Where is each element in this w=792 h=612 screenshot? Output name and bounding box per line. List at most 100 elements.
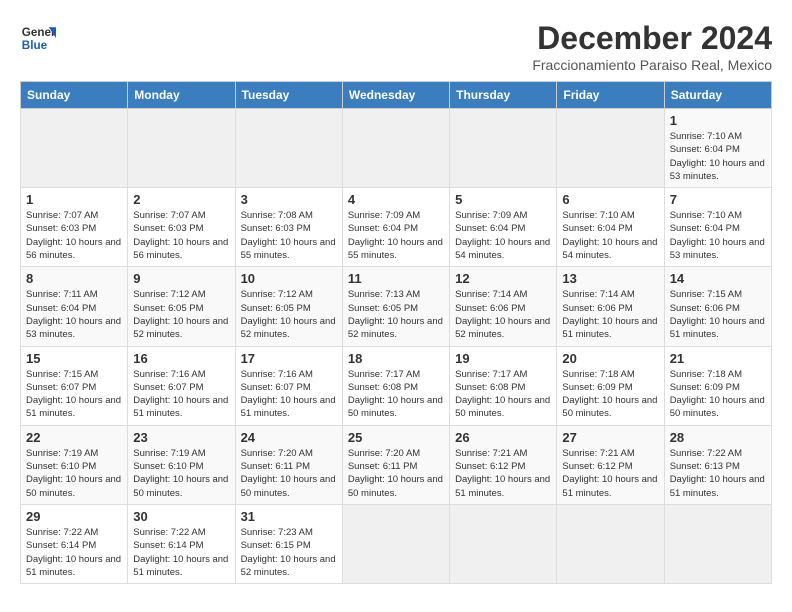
day-info: Sunrise: 7:20 AMSunset: 6:11 PMDaylight:… [241, 447, 337, 500]
calendar-cell: 30 Sunrise: 7:22 AMSunset: 6:14 PMDayligh… [128, 504, 235, 583]
day-info: Sunrise: 7:12 AMSunset: 6:05 PMDaylight:… [241, 288, 337, 341]
day-info: Sunrise: 7:07 AMSunset: 6:03 PMDaylight:… [26, 209, 122, 262]
svg-text:Blue: Blue [22, 39, 48, 52]
day-info: Sunrise: 7:12 AMSunset: 6:05 PMDaylight:… [133, 288, 229, 341]
day-number: 22 [26, 430, 122, 445]
day-info: Sunrise: 7:17 AMSunset: 6:08 PMDaylight:… [348, 368, 444, 421]
day-number: 21 [670, 351, 766, 366]
day-info: Sunrise: 7:14 AMSunset: 6:06 PMDaylight:… [455, 288, 551, 341]
day-info: Sunrise: 7:10 AMSunset: 6:04 PMDaylight:… [670, 130, 766, 183]
day-info: Sunrise: 7:16 AMSunset: 6:07 PMDaylight:… [133, 368, 229, 421]
weekday-header-row: SundayMondayTuesdayWednesdayThursdayFrid… [21, 82, 772, 109]
day-number: 30 [133, 509, 229, 524]
day-info: Sunrise: 7:20 AMSunset: 6:11 PMDaylight:… [348, 447, 444, 500]
calendar-cell: 24 Sunrise: 7:20 AMSunset: 6:11 PMDayligh… [235, 425, 342, 504]
calendar-cell: 15 Sunrise: 7:15 AMSunset: 6:07 PMDayligh… [21, 346, 128, 425]
day-info: Sunrise: 7:17 AMSunset: 6:08 PMDaylight:… [455, 368, 551, 421]
title-area: December 2024 Fraccionamiento Paraiso Re… [532, 20, 772, 73]
day-number: 9 [133, 271, 229, 286]
day-number: 25 [348, 430, 444, 445]
page-header: General Blue December 2024 Fraccionamien… [20, 20, 772, 73]
calendar-cell: 26Sunrise: 7:21 AMSunset: 6:12 PMDayligh… [450, 425, 557, 504]
day-number: 28 [670, 430, 766, 445]
month-title: December 2024 [532, 20, 772, 57]
day-info: Sunrise: 7:16 AMSunset: 6:07 PMDaylight:… [241, 368, 337, 421]
weekday-header: Thursday [450, 82, 557, 109]
calendar-table: SundayMondayTuesdayWednesdayThursdayFrid… [20, 81, 772, 584]
day-number: 5 [455, 192, 551, 207]
day-info: Sunrise: 7:07 AMSunset: 6:03 PMDaylight:… [133, 209, 229, 262]
weekday-header: Wednesday [342, 82, 449, 109]
calendar-cell: 17 Sunrise: 7:16 AMSunset: 6:07 PMDayligh… [235, 346, 342, 425]
day-number: 2 [133, 192, 229, 207]
calendar-cell: 28Sunrise: 7:22 AMSunset: 6:13 PMDayligh… [664, 425, 771, 504]
day-number: 3 [241, 192, 337, 207]
calendar-cell: 16Sunrise: 7:16 AMSunset: 6:07 PMDayligh… [128, 346, 235, 425]
calendar-week-row: 1 Sunrise: 7:07 AMSunset: 6:03 PMDaylight… [21, 188, 772, 267]
calendar-cell: 27Sunrise: 7:21 AMSunset: 6:12 PMDayligh… [557, 425, 664, 504]
calendar-cell: 9 Sunrise: 7:12 AMSunset: 6:05 PMDaylight… [128, 267, 235, 346]
day-number: 6 [562, 192, 658, 207]
calendar-cell: 3Sunrise: 7:08 AMSunset: 6:03 PMDaylight… [235, 188, 342, 267]
weekday-header: Sunday [21, 82, 128, 109]
calendar-cell [235, 109, 342, 188]
weekday-header: Saturday [664, 82, 771, 109]
calendar-cell [342, 109, 449, 188]
day-info: Sunrise: 7:21 AMSunset: 6:12 PMDaylight:… [455, 447, 551, 500]
calendar-cell: 22Sunrise: 7:19 AMSunset: 6:10 PMDayligh… [21, 425, 128, 504]
calendar-cell: 6 Sunrise: 7:10 AMSunset: 6:04 PMDaylight… [557, 188, 664, 267]
day-number: 1 [26, 192, 122, 207]
day-info: Sunrise: 7:22 AMSunset: 6:14 PMDaylight:… [133, 526, 229, 579]
calendar-cell [557, 109, 664, 188]
day-info: Sunrise: 7:15 AMSunset: 6:07 PMDaylight:… [26, 368, 122, 421]
day-info: Sunrise: 7:22 AMSunset: 6:14 PMDaylight:… [26, 526, 122, 579]
day-number: 24 [241, 430, 337, 445]
day-info: Sunrise: 7:14 AMSunset: 6:06 PMDaylight:… [562, 288, 658, 341]
calendar-cell [450, 109, 557, 188]
day-number: 19 [455, 351, 551, 366]
day-number: 15 [26, 351, 122, 366]
day-info: Sunrise: 7:15 AMSunset: 6:06 PMDaylight:… [670, 288, 766, 341]
day-number: 18 [348, 351, 444, 366]
day-number: 10 [241, 271, 337, 286]
calendar-week-row: 1 Sunrise: 7:10 AMSunset: 6:04 PMDaylight… [21, 109, 772, 188]
calendar-cell: 8 Sunrise: 7:11 AMSunset: 6:04 PMDaylight… [21, 267, 128, 346]
calendar-cell: 4Sunrise: 7:09 AMSunset: 6:04 PMDaylight… [342, 188, 449, 267]
calendar-cell: 18 Sunrise: 7:17 AMSunset: 6:08 PMDayligh… [342, 346, 449, 425]
day-info: Sunrise: 7:09 AMSunset: 6:04 PMDaylight:… [348, 209, 444, 262]
day-number: 31 [241, 509, 337, 524]
day-number: 7 [670, 192, 766, 207]
day-number: 12 [455, 271, 551, 286]
calendar-cell: 2 Sunrise: 7:07 AMSunset: 6:03 PMDaylight… [128, 188, 235, 267]
logo: General Blue [20, 20, 56, 56]
calendar-cell: 1 Sunrise: 7:10 AMSunset: 6:04 PMDaylight… [664, 109, 771, 188]
day-info: Sunrise: 7:10 AMSunset: 6:04 PMDaylight:… [670, 209, 766, 262]
day-number: 17 [241, 351, 337, 366]
day-number: 1 [670, 113, 766, 128]
day-info: Sunrise: 7:19 AMSunset: 6:10 PMDaylight:… [133, 447, 229, 500]
calendar-cell: 7 Sunrise: 7:10 AMSunset: 6:04 PMDaylight… [664, 188, 771, 267]
calendar-cell: 1 Sunrise: 7:07 AMSunset: 6:03 PMDaylight… [21, 188, 128, 267]
day-info: Sunrise: 7:10 AMSunset: 6:04 PMDaylight:… [562, 209, 658, 262]
calendar-week-row: 15 Sunrise: 7:15 AMSunset: 6:07 PMDayligh… [21, 346, 772, 425]
day-number: 8 [26, 271, 122, 286]
day-number: 29 [26, 509, 122, 524]
calendar-cell: 20Sunrise: 7:18 AMSunset: 6:09 PMDayligh… [557, 346, 664, 425]
calendar-cell: 21Sunrise: 7:18 AMSunset: 6:09 PMDayligh… [664, 346, 771, 425]
calendar-cell: 13Sunrise: 7:14 AMSunset: 6:06 PMDayligh… [557, 267, 664, 346]
calendar-cell: 25 Sunrise: 7:20 AMSunset: 6:11 PMDayligh… [342, 425, 449, 504]
day-number: 11 [348, 271, 444, 286]
calendar-cell: 23 Sunrise: 7:19 AMSunset: 6:10 PMDayligh… [128, 425, 235, 504]
calendar-week-row: 29 Sunrise: 7:22 AMSunset: 6:14 PMDayligh… [21, 504, 772, 583]
calendar-cell: 12 Sunrise: 7:14 AMSunset: 6:06 PMDayligh… [450, 267, 557, 346]
day-info: Sunrise: 7:11 AMSunset: 6:04 PMDaylight:… [26, 288, 122, 341]
calendar-cell [450, 504, 557, 583]
calendar-cell: 29 Sunrise: 7:22 AMSunset: 6:14 PMDayligh… [21, 504, 128, 583]
calendar-cell: 19 Sunrise: 7:17 AMSunset: 6:08 PMDayligh… [450, 346, 557, 425]
day-info: Sunrise: 7:21 AMSunset: 6:12 PMDaylight:… [562, 447, 658, 500]
day-info: Sunrise: 7:13 AMSunset: 6:05 PMDaylight:… [348, 288, 444, 341]
day-number: 23 [133, 430, 229, 445]
day-info: Sunrise: 7:09 AMSunset: 6:04 PMDaylight:… [455, 209, 551, 262]
calendar-cell: 11 Sunrise: 7:13 AMSunset: 6:05 PMDayligh… [342, 267, 449, 346]
weekday-header: Tuesday [235, 82, 342, 109]
